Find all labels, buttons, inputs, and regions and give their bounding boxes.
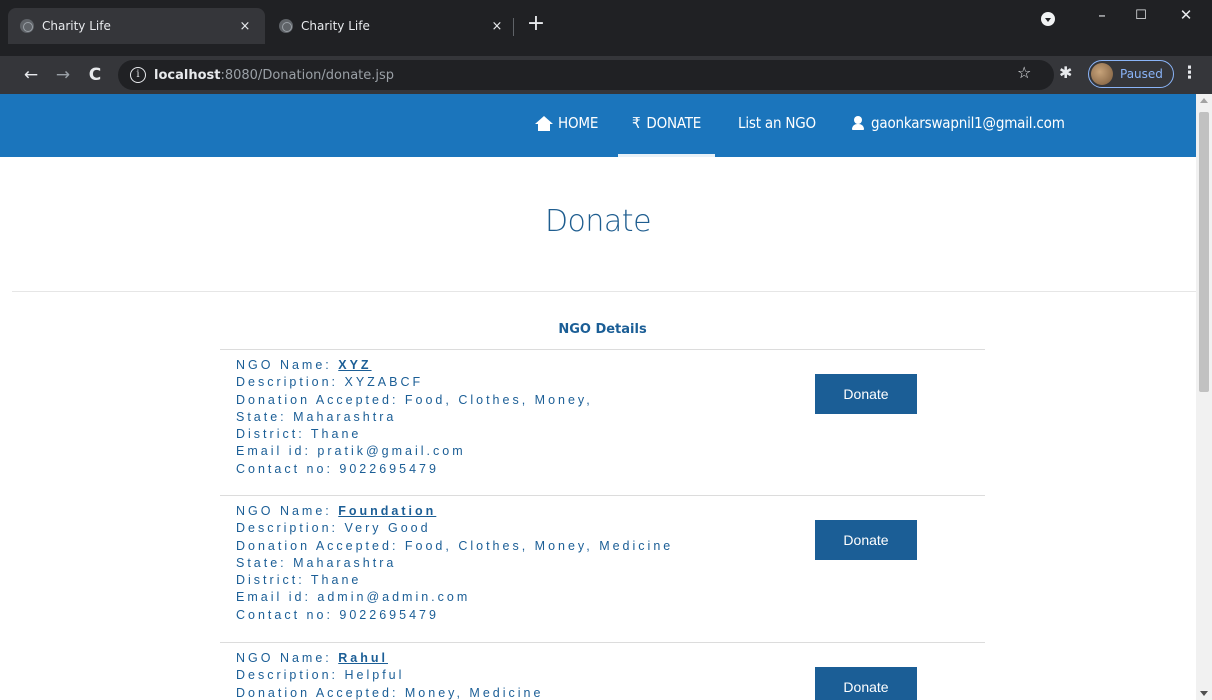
ngo-description-label: Description: xyxy=(236,521,345,536)
donate-button[interactable]: Donate xyxy=(815,520,917,560)
close-tab-icon[interactable]: × xyxy=(237,19,253,34)
ngo-state: Maharashtra xyxy=(293,555,397,570)
nav-donate-link[interactable]: ₹ DONATE xyxy=(617,114,716,157)
ngo-row: NGO Name: Foundation Description: Very G… xyxy=(236,503,796,624)
row-divider xyxy=(220,495,985,496)
forward-arrow-icon[interactable]: → xyxy=(50,62,76,88)
table-title: NGO Details xyxy=(558,322,647,337)
ngo-district: Thane xyxy=(310,573,362,588)
ngo-district: Thane xyxy=(310,427,362,442)
user-icon xyxy=(852,116,864,130)
ngo-description: Very Good xyxy=(344,521,431,536)
donate-button[interactable]: Donate xyxy=(815,667,917,700)
ngo-state-label: State: xyxy=(236,409,294,424)
ngo-row: NGO Name: Rahul Description: Helpful Don… xyxy=(236,650,796,700)
profile-button[interactable]: Paused xyxy=(1088,60,1174,88)
new-tab-button[interactable]: + xyxy=(522,10,550,38)
reload-icon[interactable]: C xyxy=(82,62,108,88)
minimize-button[interactable]: – xyxy=(1082,6,1122,24)
donate-button[interactable]: Donate xyxy=(815,374,917,414)
tab-separator xyxy=(513,18,514,36)
ngo-name-link[interactable]: Rahul xyxy=(338,651,388,665)
scrollbar-thumb[interactable] xyxy=(1199,112,1209,392)
ngo-description-label: Description: xyxy=(236,668,345,683)
ngo-contact-label: Contact no: xyxy=(236,607,340,622)
browser-toolbar: ← → C i localhost :8080/Donation/donate.… xyxy=(0,56,1212,94)
close-tab-icon[interactable]: × xyxy=(489,19,505,34)
ngo-accepted-label: Donation Accepted: xyxy=(236,538,405,553)
menu-icon[interactable]: ⋮ xyxy=(1181,63,1198,83)
ngo-name-link[interactable]: XYZ xyxy=(338,358,371,372)
browser-tab[interactable]: Charity Life × xyxy=(267,8,517,44)
nav-home-link[interactable]: HOME xyxy=(535,114,598,132)
nav-user-email: gaonkarswapnil1@gmail.com xyxy=(871,114,1065,132)
browser-tab-bar: Charity Life × Charity Life × + – ☐ ✕ xyxy=(0,0,1212,56)
url-host: localhost xyxy=(154,67,221,83)
maximize-button[interactable]: ☐ xyxy=(1121,8,1161,23)
back-arrow-icon[interactable]: ← xyxy=(18,62,44,88)
ngo-email-label: Email id: xyxy=(236,444,318,459)
info-icon[interactable]: i xyxy=(130,67,146,83)
url-path: :8080/Donation/donate.jsp xyxy=(220,67,395,83)
extensions-icon[interactable]: ✱ xyxy=(1059,63,1072,82)
nav-list-ngo-label: List an NGO xyxy=(738,114,816,132)
ngo-accepted: Food, Clothes, Money, xyxy=(404,392,593,407)
row-divider xyxy=(220,349,985,350)
ngo-district-label: District: xyxy=(236,573,311,588)
page-title: Donate xyxy=(544,204,652,239)
ngo-accepted-label: Donation Accepted: xyxy=(236,392,405,407)
ngo-name-label: NGO Name: xyxy=(236,651,339,665)
site-navbar: HOME ₹ DONATE List an NGO gaonkarswapnil… xyxy=(0,94,1196,157)
ngo-row: NGO Name: XYZ Description: XYZABCF Donat… xyxy=(236,357,796,478)
ngo-email: admin@admin.com xyxy=(317,590,471,605)
home-icon xyxy=(535,115,553,131)
tab-title: Charity Life xyxy=(301,19,370,33)
ngo-description: Helpful xyxy=(344,668,405,683)
ngo-email-label: Email id: xyxy=(236,590,318,605)
scroll-up-icon[interactable] xyxy=(1200,98,1208,103)
ngo-state-label: State: xyxy=(236,555,294,570)
nav-list-ngo-link[interactable]: List an NGO xyxy=(738,114,816,132)
ngo-accepted: Money, Medicine xyxy=(404,685,544,700)
ngo-contact: 9022695479 xyxy=(339,461,439,476)
nav-home-label: HOME xyxy=(558,114,599,132)
ngo-accepted-label: Donation Accepted: xyxy=(236,685,405,700)
ngo-email: pratik@gmail.com xyxy=(317,444,466,459)
ngo-district-label: District: xyxy=(236,427,311,442)
scroll-down-icon[interactable] xyxy=(1200,691,1208,696)
nav-donate-label: DONATE xyxy=(646,114,702,132)
globe-icon xyxy=(20,19,34,33)
profile-status: Paused xyxy=(1120,67,1163,81)
close-window-button[interactable]: ✕ xyxy=(1166,6,1206,24)
ngo-name-label: NGO Name: xyxy=(236,504,339,518)
ngo-name-label: NGO Name: xyxy=(236,358,339,372)
globe-icon xyxy=(279,19,293,33)
tab-search-icon[interactable] xyxy=(1041,12,1055,26)
section-divider xyxy=(12,291,1196,292)
page-viewport: HOME ₹ DONATE List an NGO gaonkarswapnil… xyxy=(0,94,1212,700)
ngo-contact-label: Contact no: xyxy=(236,461,340,476)
rupee-icon: ₹ xyxy=(632,114,641,132)
ngo-accepted: Food, Clothes, Money, Medicine xyxy=(404,538,674,553)
ngo-name-link[interactable]: Foundation xyxy=(338,504,436,518)
browser-tab-active[interactable]: Charity Life × xyxy=(8,8,265,44)
ngo-description-label: Description: xyxy=(236,375,345,390)
address-bar[interactable]: i localhost :8080/Donation/donate.jsp xyxy=(118,60,1054,90)
bookmark-star-icon[interactable]: ☆ xyxy=(1017,63,1031,82)
ngo-state: Maharashtra xyxy=(293,409,397,424)
row-divider xyxy=(220,642,985,643)
tab-title: Charity Life xyxy=(42,19,111,33)
page-scrollbar[interactable] xyxy=(1196,94,1212,700)
ngo-description: XYZABCF xyxy=(344,375,424,390)
avatar xyxy=(1091,63,1113,85)
ngo-contact: 9022695479 xyxy=(339,607,439,622)
nav-user-link[interactable]: gaonkarswapnil1@gmail.com xyxy=(852,114,1065,132)
